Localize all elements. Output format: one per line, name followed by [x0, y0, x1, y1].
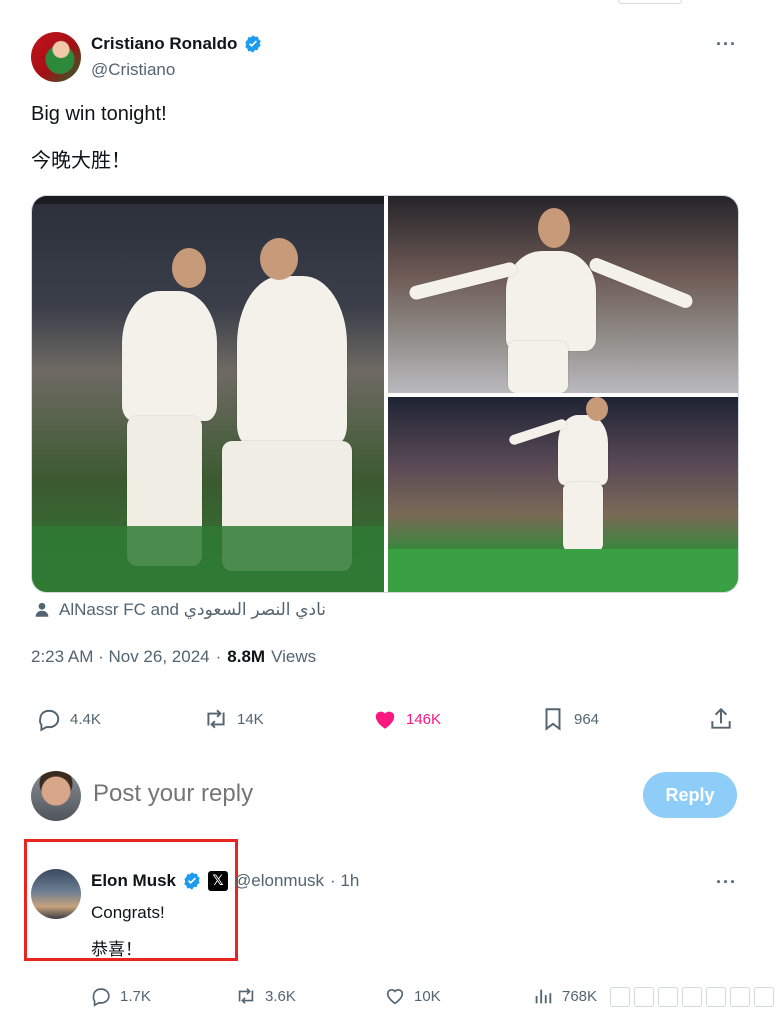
repost-button[interactable]: 3.6K — [235, 985, 296, 1007]
repost-icon — [238, 988, 254, 1004]
person-icon — [35, 602, 49, 617]
heart-icon — [386, 989, 404, 1005]
reply-button[interactable]: 1.7K — [90, 985, 151, 1007]
reply-count: 4.4K — [70, 710, 101, 728]
author-name-row: Cristiano Ronaldo — [91, 34, 263, 54]
views-button[interactable]: 768K — [532, 985, 597, 1007]
reply-button[interactable]: 4.4K — [36, 706, 101, 732]
post-meta: 2:23 AM · Nov 26, 2024 · 8.8M Views — [31, 647, 317, 667]
reply-text-line: Congrats! — [91, 903, 165, 922]
reply-count: 1.7K — [120, 987, 151, 1005]
like-count: 10K — [414, 987, 441, 1005]
views-label: Views — [271, 647, 317, 666]
reply-submit-button[interactable]: Reply — [643, 772, 737, 818]
watermark-icon — [634, 987, 654, 1007]
watermark-icon — [682, 987, 702, 1007]
post-text-line: Big win tonight! — [31, 103, 167, 125]
bookmark-count: 964 — [574, 710, 600, 728]
analytics-icon — [535, 989, 552, 1004]
verified-badge-icon — [245, 35, 262, 53]
post-text-line: 今晚大胜！ — [31, 150, 131, 172]
reply-author-handle[interactable]: @elonmusk — [234, 871, 324, 891]
like-count: 146K — [406, 710, 442, 728]
tagged-accounts[interactable]: AlNassr FC and نادي النصر السعودي — [33, 600, 326, 620]
watermark-icon — [658, 987, 678, 1007]
reply-author-row: Elon Musk 𝕏 @elonmusk · 1h — [91, 871, 359, 891]
like-button[interactable]: 10K — [384, 985, 441, 1007]
photo[interactable] — [32, 196, 384, 592]
verified-badge-icon — [184, 872, 200, 890]
photo[interactable] — [388, 196, 738, 393]
reply-icon — [39, 709, 60, 732]
reply-text-line: 恭喜！ — [91, 940, 142, 959]
reply-author-name[interactable]: Elon Musk — [91, 871, 176, 891]
bookmark-button[interactable]: 964 — [540, 706, 599, 732]
share-icon — [711, 707, 731, 729]
repost-button[interactable]: 14K — [203, 706, 264, 732]
repost-count: 3.6K — [265, 987, 296, 1005]
repost-icon — [207, 709, 225, 729]
avatar[interactable] — [31, 32, 81, 82]
post-timestamp[interactable]: 2:23 AM · Nov 26, 2024 — [31, 647, 210, 667]
like-button[interactable]: 146K — [372, 706, 441, 732]
watermark-icon — [730, 987, 750, 1007]
watermark-icon — [754, 987, 774, 1007]
share-button[interactable] — [708, 706, 734, 732]
author-handle[interactable]: @Cristiano — [91, 60, 175, 80]
reply-author-avatar[interactable] — [31, 869, 81, 919]
views-count[interactable]: 8.8M — [227, 647, 265, 667]
watermark-icon — [610, 987, 630, 1007]
post-actions: 4.4K 14K 146K 964 — [36, 706, 736, 736]
reply-icon — [92, 988, 110, 1007]
current-user-avatar[interactable] — [31, 771, 81, 821]
more-icon[interactable]: ··· — [716, 872, 737, 893]
media-grid — [31, 195, 739, 593]
reply-time[interactable]: · 1h — [330, 871, 359, 891]
bookmark-icon — [545, 708, 561, 731]
photo[interactable] — [388, 397, 738, 592]
x-affiliate-badge-icon: 𝕏 — [208, 871, 229, 891]
more-icon[interactable]: ··· — [716, 34, 737, 55]
reply-input[interactable] — [93, 780, 593, 808]
tagged-accounts-text: AlNassr FC and نادي النصر السعودي — [59, 600, 327, 619]
top-edge-tab — [618, 0, 682, 4]
heart-icon — [375, 711, 395, 729]
repost-count: 14K — [237, 710, 264, 728]
views-count: 768K — [562, 987, 598, 1005]
author-display-name[interactable]: Cristiano Ronaldo — [91, 34, 237, 54]
watermark-icon — [706, 987, 726, 1007]
overlay-icons — [610, 987, 774, 1007]
